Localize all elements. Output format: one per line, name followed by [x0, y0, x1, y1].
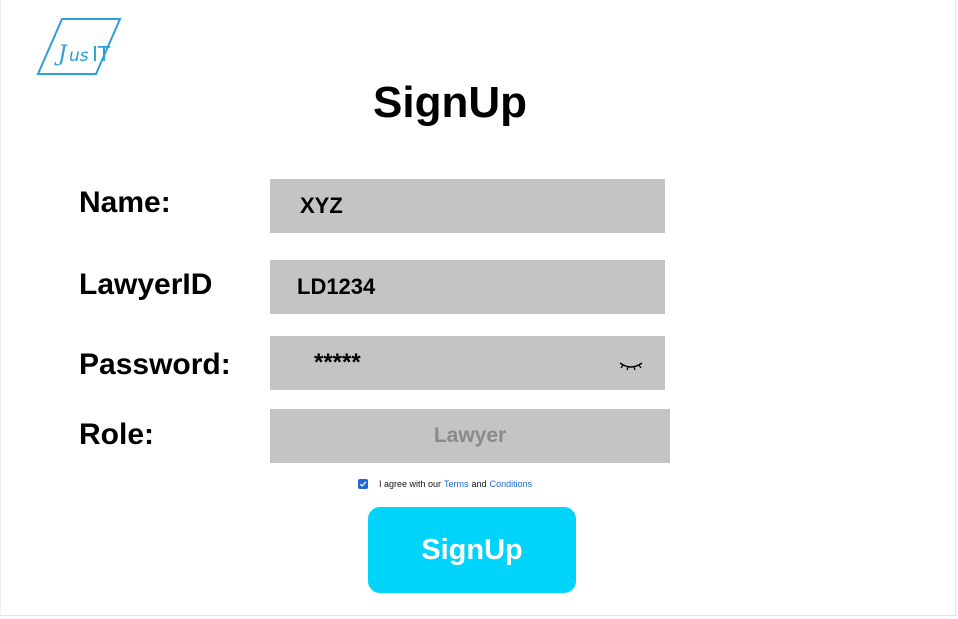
svg-text:us: us	[69, 46, 89, 66]
signup-button[interactable]: SignUp	[368, 507, 576, 593]
svg-text:J: J	[54, 42, 68, 67]
lawyer-id-field[interactable]: LD1234	[270, 260, 665, 314]
page-title: SignUp	[373, 78, 527, 127]
eye-closed-icon[interactable]	[619, 358, 643, 372]
agree-checkbox[interactable]	[358, 479, 368, 489]
name-label: Name:	[79, 186, 171, 219]
role-label: Role:	[79, 418, 154, 451]
brand-logo: J us IT	[36, 16, 126, 78]
name-value: XYZ	[300, 193, 343, 218]
role-value: Lawyer	[433, 424, 507, 447]
role-select[interactable]: Lawyer	[270, 409, 670, 463]
conditions-link[interactable]: Conditions	[490, 479, 533, 489]
password-value: *****	[314, 349, 361, 376]
svg-text:IT: IT	[92, 42, 111, 66]
lawyer-id-label: LawyerID	[79, 268, 213, 301]
agreement-row: I agree with our Terms and Conditions	[358, 477, 535, 491]
name-field[interactable]: XYZ	[270, 179, 665, 233]
terms-link[interactable]: Terms	[444, 479, 469, 489]
agree-and-text: and	[471, 479, 487, 489]
lawyer-id-value: LD1234	[297, 274, 376, 299]
password-field[interactable]: *****	[270, 336, 665, 390]
password-label: Password:	[79, 348, 231, 381]
agree-text: I agree with our	[379, 479, 442, 489]
